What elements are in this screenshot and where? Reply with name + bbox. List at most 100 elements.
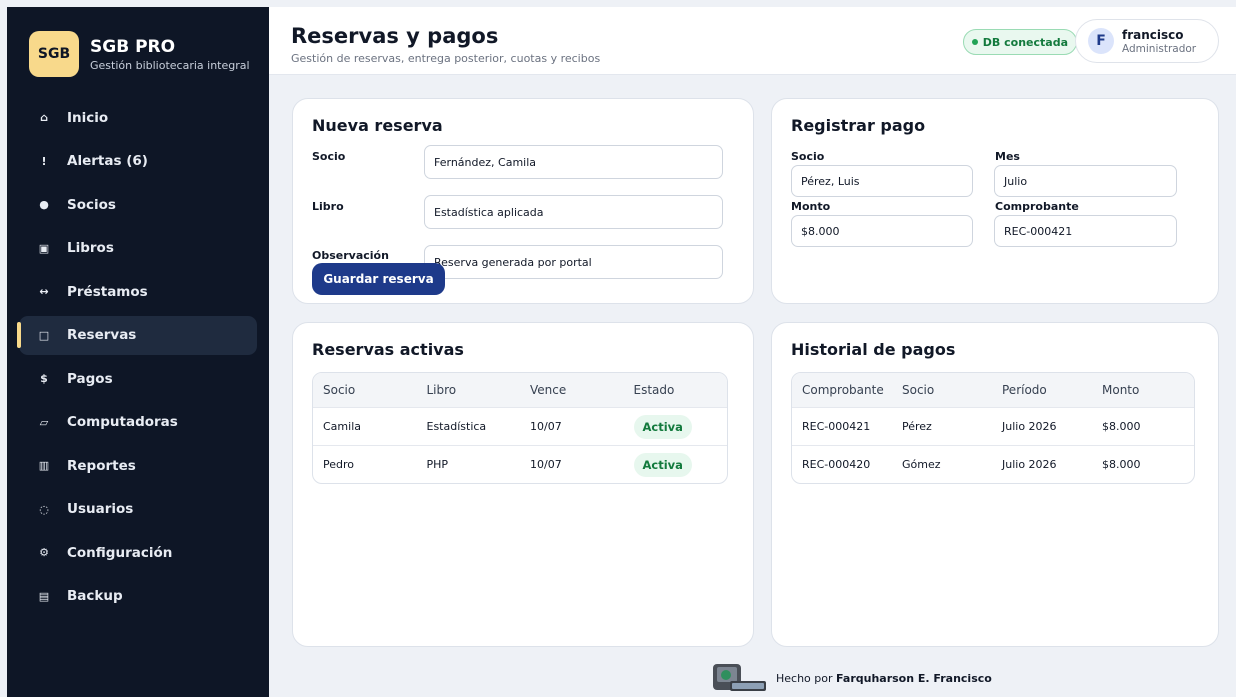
table-cell: Gómez <box>902 458 941 471</box>
active-reservations-card: Reservas activas Socio Libro Vence Estad… <box>292 322 754 647</box>
monto-label: Monto <box>791 200 831 213</box>
sidebar-item-label: Préstamos <box>67 283 148 300</box>
column-header: Vence <box>530 383 567 397</box>
table-row[interactable]: Pedro PHP 10/07 Activa <box>313 445 727 483</box>
sidebar-item-inicio[interactable]: ⌂ Inicio <box>19 98 257 137</box>
sidebar-item-reservas[interactable]: □ Reservas <box>17 315 257 355</box>
pago-socio-label: Socio <box>791 150 825 163</box>
table-cell: REC-000421 <box>802 420 871 433</box>
observacion-label: Observación <box>312 249 389 262</box>
reservations-table: Socio Libro Vence Estado Camila Estadíst… <box>312 372 728 484</box>
sidebar-item-reportes[interactable]: ▥ Reportes <box>19 446 257 485</box>
column-header: Socio <box>902 383 935 397</box>
register-payment-card: Registrar pago Socio Pérez, Luis Mes Jul… <box>771 98 1219 304</box>
alert-icon: ! <box>41 154 47 168</box>
report-icon: ▥ <box>38 459 50 472</box>
book-icon: ▣ <box>38 241 50 255</box>
sidebar-item-label: Computadoras <box>67 414 178 430</box>
author-logo-icon <box>713 664 766 691</box>
page-subtitle: Gestión de reservas, entrega posterior, … <box>291 52 601 65</box>
column-header: Socio <box>323 383 356 397</box>
table-cell: Pedro <box>323 458 355 471</box>
comprobante-input[interactable]: REC-000421 <box>994 215 1177 247</box>
payment-history-card: Historial de pagos Comprobante Socio Per… <box>771 322 1219 647</box>
sidebar-item-label: Reportes <box>67 457 136 474</box>
sidebar-item-pagos[interactable]: $ Pagos <box>19 359 257 398</box>
card-title: Historial de pagos <box>791 340 956 359</box>
user-name: francisco <box>1122 27 1184 42</box>
sidebar-item-label: Inicio <box>67 109 109 126</box>
table-cell: Pérez <box>902 420 932 433</box>
table-row[interactable]: Camila Estadística 10/07 Activa <box>313 407 727 445</box>
footer-prefix: Hecho por <box>776 671 833 685</box>
mes-input[interactable]: Julio <box>994 165 1177 197</box>
table-cell: Camila <box>323 420 361 433</box>
dollar-icon: $ <box>40 372 48 385</box>
monitor-icon: ▱ <box>39 415 49 429</box>
status-badge: Activa <box>633 414 692 439</box>
status-badge: Activa <box>633 452 692 477</box>
sidebar-item-label: Alertas (6) <box>67 153 148 169</box>
home-icon: ⌂ <box>40 111 48 124</box>
table-cell: $8.000 <box>1102 458 1141 471</box>
socio-input[interactable]: Fernández, Camila <box>424 145 723 179</box>
sidebar-item-usuarios[interactable]: ◌ Usuarios <box>19 490 257 529</box>
new-reservation-card: Nueva reserva Socio Fernández, Camila Li… <box>292 98 754 304</box>
sidebar-item-socios[interactable]: ● Socios <box>19 185 257 224</box>
sidebar-nav: ⌂ Inicio ! Alertas (6) ● Socios ▣ Libros ↔ Pr… <box>17 98 257 620</box>
table-row[interactable]: REC-000421 Pérez Julio 2026 $8.000 <box>792 407 1194 445</box>
brand-logo: SGB <box>29 31 79 77</box>
pago-socio-input[interactable]: Pérez, Luis <box>791 165 973 197</box>
footer: Hecho por Farquharson E. Francisco <box>712 663 992 693</box>
sidebar-item-label: Socios <box>67 196 116 213</box>
libro-input[interactable]: Estadística aplicada <box>424 195 723 229</box>
card-title: Reservas activas <box>312 340 464 359</box>
user-dot-icon: ● <box>39 198 49 211</box>
sidebar-item-backup[interactable]: ▤ Backup <box>19 577 257 616</box>
card-title: Nueva reserva <box>312 116 443 135</box>
table-cell: $8.000 <box>1102 420 1141 433</box>
socio-label: Socio <box>312 150 346 163</box>
status-dot-icon <box>971 39 978 45</box>
sidebar-item-prestamos[interactable]: ↔ Préstamos <box>19 272 257 311</box>
table-header: Socio Libro Vence Estado <box>313 373 727 407</box>
sidebar: SGB SGB PRO Gestión bibliotecaria integr… <box>7 7 269 697</box>
user-menu[interactable]: F francisco Administrador <box>1075 19 1219 63</box>
swap-arrows-icon: ↔ <box>39 285 49 298</box>
column-header: Período <box>1002 383 1047 397</box>
user-role: Administrador <box>1122 42 1197 55</box>
sidebar-item-label: Usuarios <box>67 501 134 517</box>
table-cell: REC-000420 <box>802 458 871 471</box>
table-row[interactable]: REC-000420 Gómez Julio 2026 $8.000 <box>792 445 1194 483</box>
sidebar-item-libros[interactable]: ▣ Libros <box>19 229 257 268</box>
table-cell: Estadística <box>426 420 487 433</box>
column-header: Comprobante <box>802 383 884 397</box>
sidebar-item-alertas[interactable]: ! Alertas (6) <box>19 142 257 181</box>
sidebar-item-label: Libros <box>67 240 114 256</box>
sidebar-item-configuracion[interactable]: ⚙ Configuración <box>19 533 257 572</box>
calendar-square-icon: □ <box>38 328 50 342</box>
page-header: Reservas y pagos Gestión de reservas, en… <box>269 7 1236 75</box>
table-cell: Julio 2026 <box>1002 420 1057 433</box>
table-cell: Julio 2026 <box>1002 458 1057 471</box>
gear-icon: ⚙ <box>39 546 49 559</box>
users-icon: ◌ <box>39 502 49 516</box>
sidebar-item-computadoras[interactable]: ▱ Computadoras <box>19 403 257 442</box>
brand-subtitle: Gestión bibliotecaria integral <box>90 58 250 72</box>
database-icon: ▤ <box>38 589 50 603</box>
mes-label: Mes <box>995 150 1020 163</box>
table-cell: PHP <box>426 458 449 471</box>
column-header: Monto <box>1102 383 1140 397</box>
libro-label: Libro <box>312 200 344 213</box>
card-title: Registrar pago <box>791 116 926 135</box>
sidebar-item-label: Reservas <box>67 327 137 343</box>
table-cell: 10/07 <box>530 458 562 471</box>
brand-title: SGB PRO <box>90 36 176 57</box>
table-header: Comprobante Socio Período Monto <box>792 373 1194 407</box>
save-reservation-button[interactable]: Guardar reserva <box>312 263 445 295</box>
table-cell: 10/07 <box>530 420 562 433</box>
observacion-input[interactable]: Reserva generada por portal <box>424 245 723 279</box>
monto-input[interactable]: $8.000 <box>791 215 973 247</box>
sidebar-item-label: Configuración <box>67 544 173 561</box>
payments-table: Comprobante Socio Período Monto REC-0004… <box>791 372 1195 484</box>
